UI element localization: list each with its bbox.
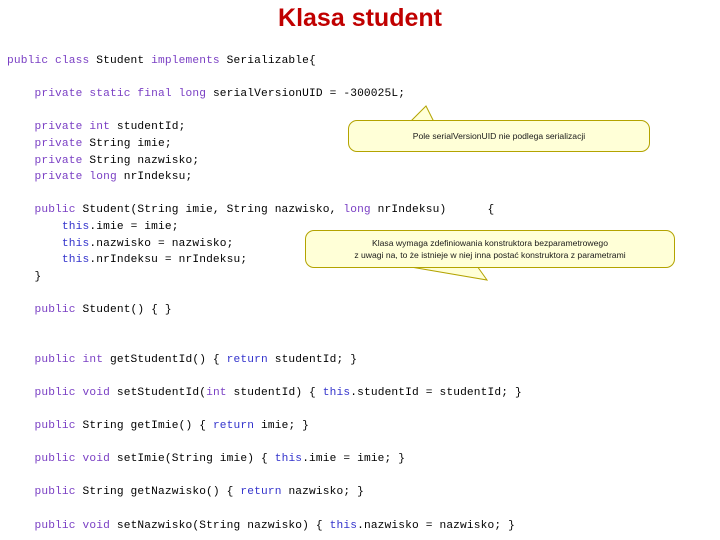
code-token: public void bbox=[34, 453, 117, 466]
code-line: public class Student implements Serializ… bbox=[7, 53, 713, 70]
code-token: public void bbox=[34, 519, 117, 532]
code-token: setImie(String imie) { bbox=[116, 453, 275, 466]
code-token: .nazwisko = nazwisko; } bbox=[357, 519, 515, 532]
slide-canvas: Klasa student public class Student imple… bbox=[0, 0, 720, 540]
code-token: private int bbox=[34, 121, 117, 134]
code-line: private static final long serialVersionU… bbox=[7, 86, 713, 103]
code-token: studentId; bbox=[116, 121, 186, 134]
callout-serialversion: Pole serialVersionUID nie podlega serial… bbox=[348, 120, 650, 152]
code-line: private long nrIndeksu; bbox=[7, 169, 713, 186]
code-token: this bbox=[329, 519, 358, 532]
code-token: this bbox=[322, 386, 351, 399]
code-token: int bbox=[206, 386, 234, 399]
callout-constructor-line1: Klasa wymaga zdefiniowania konstruktora … bbox=[372, 237, 608, 248]
code-token: imie; } bbox=[260, 420, 310, 433]
code-token: Student(String imie, String nazwisko, bbox=[82, 204, 344, 217]
code-line: public void setNazwisko(String nazwisko)… bbox=[7, 518, 713, 535]
code-token: .imie = imie; bbox=[89, 220, 179, 233]
code-token: public bbox=[34, 420, 83, 433]
code-token: private bbox=[34, 137, 90, 150]
code-token: nrIndeksu) { bbox=[377, 204, 495, 217]
callout-constructor-text: Klasa wymaga zdefiniowania konstruktora … bbox=[354, 237, 625, 262]
code-token: serialVersionUID = -300025L; bbox=[212, 88, 406, 101]
code-token: this bbox=[61, 254, 90, 267]
code-token: .nazwisko = nazwisko; bbox=[89, 237, 234, 250]
code-token: Student() { } bbox=[82, 303, 172, 316]
code-line: public void setImie(String imie) { this.… bbox=[7, 451, 713, 468]
code-token: return bbox=[240, 486, 289, 499]
code-line: public String getNazwisko() { return naz… bbox=[7, 484, 713, 501]
code-line: public Student() { } bbox=[7, 302, 713, 319]
code-line: public String getImie() { return imie; } bbox=[7, 418, 713, 435]
code-token: String getImie() { bbox=[82, 420, 213, 433]
code-token: Serializable{ bbox=[226, 55, 316, 67]
code-token: this bbox=[61, 237, 90, 250]
code-token: long bbox=[343, 204, 378, 217]
code-token: setNazwisko(String nazwisko) { bbox=[116, 519, 330, 532]
code-line: public Student(String imie, String nazwi… bbox=[7, 202, 713, 219]
code-token: public int bbox=[34, 353, 110, 366]
code-token: String imie; bbox=[89, 137, 172, 150]
code-token: public class bbox=[7, 55, 97, 67]
code-token: private bbox=[34, 154, 90, 167]
code-token: public void bbox=[34, 386, 117, 399]
page-title: Klasa student bbox=[278, 4, 442, 32]
code-token: setStudentId( bbox=[116, 386, 207, 399]
code-token: .studentId = studentId; } bbox=[350, 386, 522, 399]
code-token: studentId) { bbox=[233, 386, 323, 399]
code-token: studentId; } bbox=[274, 353, 358, 366]
callout-constructor-line2: z uwagi na, to że istnieje w niej inna p… bbox=[354, 250, 626, 260]
code-token: public bbox=[34, 204, 83, 217]
code-token: .nrIndeksu = nrIndeksu; bbox=[89, 254, 248, 267]
code-token: nrIndeksu; bbox=[123, 171, 193, 184]
code-token: return bbox=[212, 420, 261, 433]
code-token: String nazwisko; bbox=[89, 154, 200, 167]
code-line: public int getStudentId() { return stude… bbox=[7, 352, 713, 369]
code-token: Student bbox=[96, 55, 152, 67]
code-token: } bbox=[7, 270, 42, 283]
code-line: public void setStudentId(int studentId) … bbox=[7, 385, 713, 402]
code-token: nazwisko; } bbox=[288, 486, 364, 499]
code-token: .imie = imie; } bbox=[302, 453, 406, 466]
code-token: String getNazwisko() { bbox=[82, 486, 241, 499]
code-token: public bbox=[34, 303, 83, 316]
callout-constructor: Klasa wymaga zdefiniowania konstruktora … bbox=[305, 230, 675, 268]
code-token: this bbox=[274, 453, 303, 466]
callout-serialversion-text: Pole serialVersionUID nie podlega serial… bbox=[412, 130, 586, 141]
code-token: return bbox=[226, 353, 275, 366]
code-token: this bbox=[61, 220, 90, 233]
code-line: private String nazwisko; bbox=[7, 153, 713, 170]
code-token: private long bbox=[34, 171, 124, 184]
code-token: implements bbox=[151, 55, 227, 67]
code-token: getStudentId() { bbox=[109, 353, 227, 366]
code-token: private static final long bbox=[34, 88, 213, 101]
code-token: public bbox=[34, 486, 83, 499]
